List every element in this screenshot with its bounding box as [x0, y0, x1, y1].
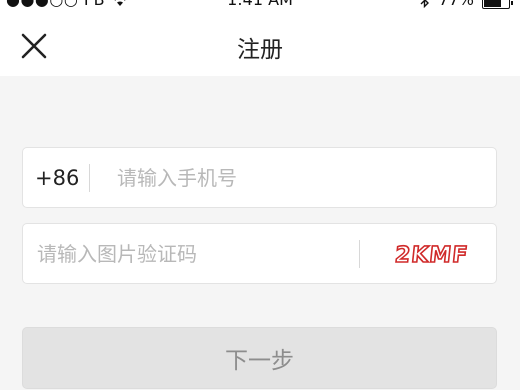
- divider: [359, 240, 360, 268]
- divider: [89, 164, 90, 192]
- battery-icon: [482, 0, 513, 9]
- captcha-field: 2KMF: [22, 223, 497, 284]
- status-right: 77%: [420, 0, 513, 9]
- status-bar: ●●●○○ FB 1:41 AM 77%: [0, 0, 520, 12]
- battery-fill: [484, 0, 501, 7]
- captcha-input[interactable]: [37, 239, 337, 269]
- next-step-label: 下一步: [225, 348, 294, 374]
- next-step-button[interactable]: 下一步: [22, 327, 497, 389]
- nav-bar: 注册: [0, 12, 520, 76]
- phone-field: +86: [22, 147, 497, 208]
- phone-input[interactable]: [117, 163, 477, 193]
- bluetooth-icon: [420, 0, 430, 8]
- battery-percent: 77%: [438, 0, 474, 9]
- captcha-image[interactable]: 2KMF: [385, 236, 475, 272]
- country-code-selector[interactable]: +86: [35, 166, 79, 190]
- captcha-text: 2KMF: [394, 243, 470, 268]
- page-title: 注册: [237, 37, 283, 63]
